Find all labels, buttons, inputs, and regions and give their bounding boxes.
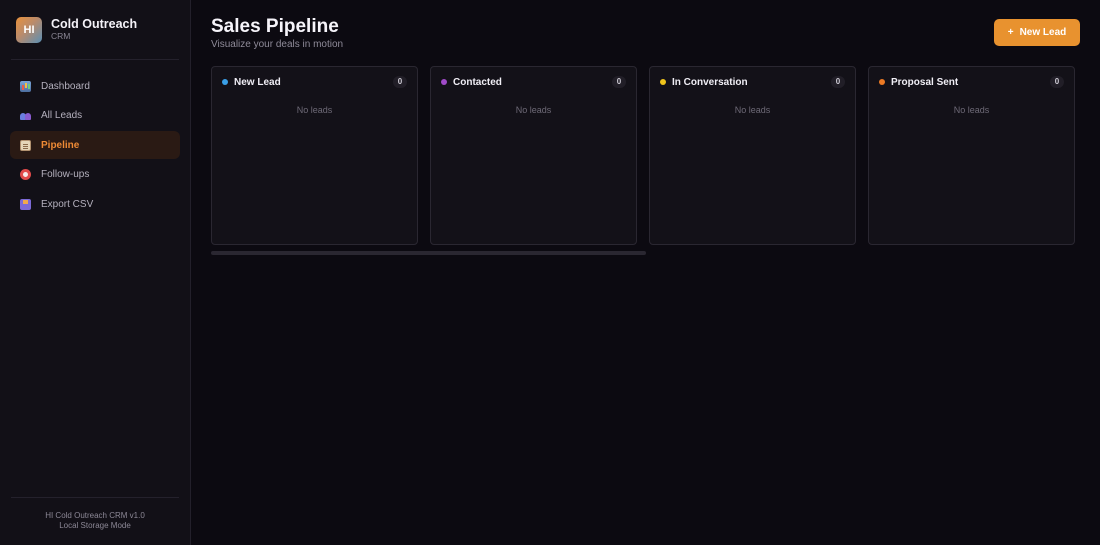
app-root: HI Cold Outreach CRM Dashboard All Leads…	[0, 0, 1100, 545]
sidebar-item-label: All Leads	[41, 110, 83, 122]
pipeline-column-contacted[interactable]: Contacted 0 No leads	[430, 66, 637, 245]
page-header: Sales Pipeline Visualize your deals in m…	[211, 16, 1080, 50]
brand-title: Cold Outreach	[51, 17, 138, 31]
pipeline-column-new-lead[interactable]: New Lead 0 No leads	[211, 66, 418, 245]
brand-logo: HI	[16, 16, 42, 43]
status-dot-icon	[441, 79, 447, 85]
sidebar-nav: Dashboard All Leads Pipeline Follow-ups …	[0, 72, 190, 218]
column-count-badge: 0	[612, 76, 626, 88]
column-title: Proposal Sent	[891, 76, 959, 88]
users-icon	[20, 110, 31, 121]
sidebar-footer: HI Cold Outreach CRM v1.0 Local Storage …	[11, 497, 179, 531]
pipeline-board: New Lead 0 No leads Contacted 0 No leads…	[211, 66, 1080, 245]
column-header: In Conversation 0	[650, 67, 855, 97]
column-header: Contacted 0	[431, 67, 636, 97]
sidebar-item-label: Follow-ups	[41, 169, 90, 181]
sidebar-item-dashboard[interactable]: Dashboard	[10, 72, 180, 100]
brand-subtitle: CRM	[51, 31, 71, 41]
page-subtitle: Visualize your deals in motion	[211, 39, 344, 50]
main-content: Sales Pipeline Visualize your deals in m…	[191, 0, 1100, 545]
column-header: Proposal Sent 0	[869, 67, 1074, 97]
column-header: New Lead 0	[212, 67, 417, 97]
sidebar-item-pipeline[interactable]: Pipeline	[10, 131, 180, 160]
page-title: Sales Pipeline	[211, 16, 339, 37]
column-title: In Conversation	[672, 76, 748, 88]
sidebar-item-label: Pipeline	[41, 139, 80, 151]
sidebar: HI Cold Outreach CRM Dashboard All Leads…	[0, 0, 191, 545]
storage-mode: Local Storage Mode	[59, 521, 131, 530]
chart-icon	[20, 80, 31, 92]
column-count-badge: 0	[393, 76, 407, 88]
pipeline-column-in-conversation[interactable]: In Conversation 0 No leads	[649, 66, 856, 245]
inbox-export-icon	[20, 198, 31, 210]
column-count-badge: 0	[1050, 76, 1064, 88]
new-lead-button[interactable]: + New Lead	[994, 19, 1080, 46]
sidebar-item-export-csv[interactable]: Export CSV	[10, 190, 180, 218]
empty-state: No leads	[953, 105, 990, 115]
status-dot-icon	[879, 79, 885, 85]
column-count-badge: 0	[831, 76, 845, 88]
column-title: New Lead	[234, 76, 281, 88]
status-dot-icon	[222, 79, 228, 85]
sidebar-item-label: Dashboard	[41, 80, 90, 92]
board-horizontal-scrollbar[interactable]	[211, 251, 646, 255]
sidebar-item-follow-ups[interactable]: Follow-ups	[10, 161, 180, 189]
empty-state: No leads	[734, 105, 771, 115]
brand: HI Cold Outreach CRM	[11, 0, 179, 60]
sidebar-item-label: Export CSV	[41, 198, 94, 210]
empty-state: No leads	[296, 105, 333, 115]
new-lead-button-label: New Lead	[1019, 27, 1067, 38]
sidebar-item-all-leads[interactable]: All Leads	[10, 102, 180, 130]
alarm-clock-icon	[20, 169, 31, 181]
column-title: Contacted	[453, 76, 502, 88]
plus-icon: +	[1007, 27, 1014, 38]
status-dot-icon	[660, 79, 666, 85]
pipeline-column-proposal-sent[interactable]: Proposal Sent 0 No leads	[868, 66, 1075, 245]
clipboard-icon	[20, 139, 31, 151]
empty-state: No leads	[515, 105, 552, 115]
app-version: HI Cold Outreach CRM v1.0	[45, 511, 145, 520]
